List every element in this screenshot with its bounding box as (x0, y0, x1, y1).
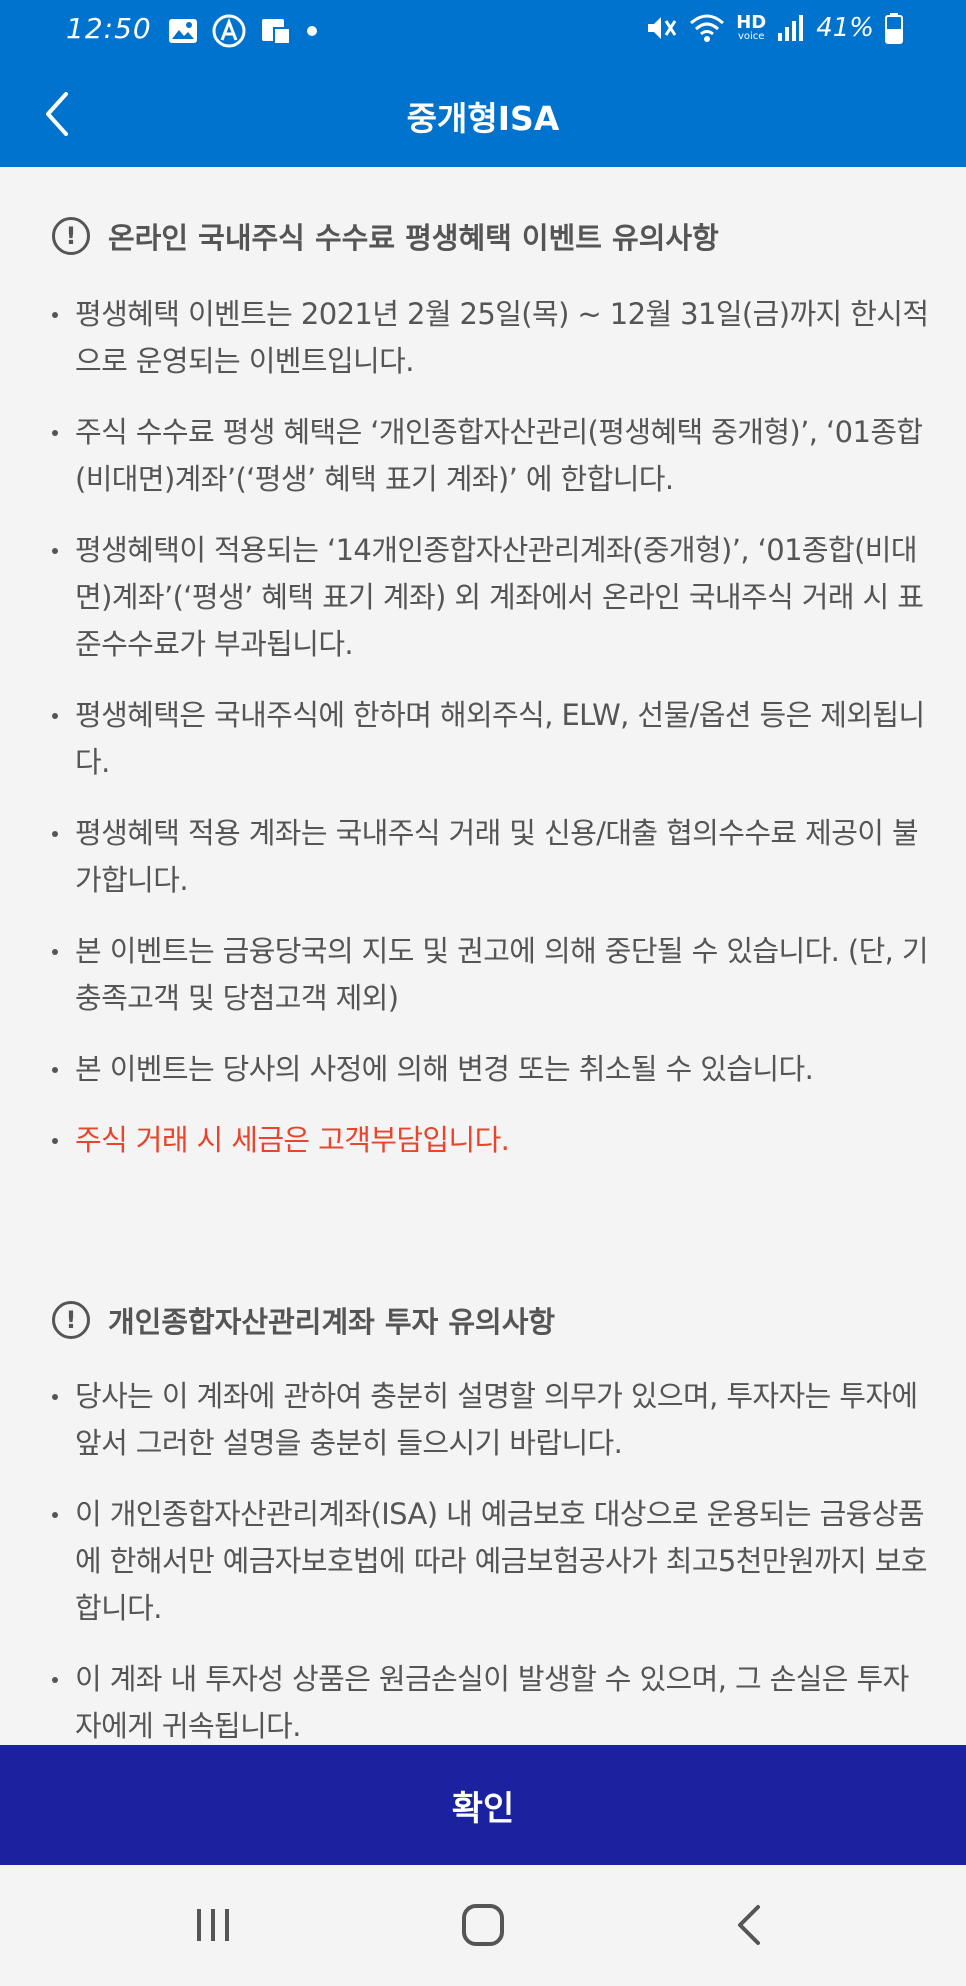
list-item: 이 계좌 내 투자성 상품은 원금손실이 발생할 수 있으며, 그 손실은 투자… (50, 1656, 930, 1745)
section-title-event-notice: ! 온라인 국내주식 수수료 평생혜택 이벤트 유의사항 (52, 215, 719, 257)
list-item: 평생혜택은 국내주식에 한하며 해외주식, ELW, 선물/옵션 등은 제외됩니… (50, 692, 930, 786)
list-item: 이 개인종합자산관리계좌(ISA) 내 예금보호 대상으로 운용되는 금융상품에… (50, 1491, 930, 1632)
notification-icons (168, 14, 318, 48)
section-title-text: 온라인 국내주식 수수료 평생혜택 이벤트 유의사항 (108, 221, 719, 255)
list-item: 본 이벤트는 당사의 사정에 의해 변경 또는 취소될 수 있습니다. (50, 1046, 930, 1093)
nav-back-button[interactable] (722, 1895, 782, 1955)
list-item: 평생혜택 적용 계좌는 국내주식 거래 및 신용/대출 협의수수료 제공이 불가… (50, 810, 930, 904)
mute-icon (648, 17, 677, 39)
hd-label: HD (736, 12, 767, 33)
image-icon (169, 19, 197, 43)
alert-circle-icon: ! (52, 217, 90, 255)
sim-icon (262, 19, 291, 45)
isa-notice-list: 당사는 이 계좌에 관하여 충분히 설명할 의무가 있으며, 투자자는 투자에 … (50, 1373, 930, 1745)
hd-voice-icon: HD voice (736, 14, 766, 42)
section-title-isa-notice: ! 개인종합자산관리계좌 투자 유의사항 (52, 1299, 555, 1341)
battery-percent: 41% (816, 13, 874, 43)
voice-label: voice (737, 31, 765, 42)
a-circle-icon (212, 14, 246, 48)
list-item: 당사는 이 계좌에 관하여 충분히 설명할 의무가 있으며, 투자자는 투자에 … (50, 1373, 930, 1467)
alert-circle-icon: ! (52, 1301, 90, 1339)
battery-icon (885, 13, 903, 44)
event-notice-list: 평생혜택 이벤트는 2021년 2월 25일(목) ~ 12월 31일(금)까지… (50, 291, 930, 1188)
recents-icon (197, 1909, 229, 1941)
system-nav-bar (0, 1865, 966, 1986)
status-right: HD voice 41% (644, 12, 904, 44)
status-bar: 12:50 HD voice 41% (0, 0, 966, 62)
list-item: 주식 수수료 평생 혜택은 ‘개인종합자산관리(평생혜택 중개형)’, ‘01종… (50, 409, 930, 503)
home-button[interactable] (453, 1895, 513, 1955)
home-icon (462, 1904, 504, 1946)
back-icon (738, 1905, 760, 1945)
confirm-button[interactable]: 확인 (0, 1745, 966, 1865)
section-title-text: 개인종합자산관리계좌 투자 유의사항 (108, 1305, 556, 1339)
wifi-icon (690, 14, 725, 42)
signal-icon (778, 15, 804, 41)
list-item: 평생혜택 이벤트는 2021년 2월 25일(목) ~ 12월 31일(금)까지… (50, 291, 930, 385)
status-time: 12:50 (66, 12, 152, 45)
list-item: 본 이벤트는 금융당국의 지도 및 권고에 의해 중단될 수 있습니다. (단,… (50, 928, 930, 1022)
list-item: 평생혜택이 적용되는 ‘14개인종합자산관리계좌(중개형)’, ‘01종합(비대… (50, 527, 930, 668)
page-title: 중개형ISA (406, 99, 560, 138)
list-item-tax-warning: 주식 거래 시 세금은 고객부담입니다. (50, 1117, 930, 1164)
recents-button[interactable] (183, 1895, 243, 1955)
dot-icon (307, 26, 317, 36)
app-header: 중개형ISA (0, 62, 966, 167)
notice-content[interactable]: ! 온라인 국내주식 수수료 평생혜택 이벤트 유의사항 평생혜택 이벤트는 2… (0, 167, 966, 1745)
